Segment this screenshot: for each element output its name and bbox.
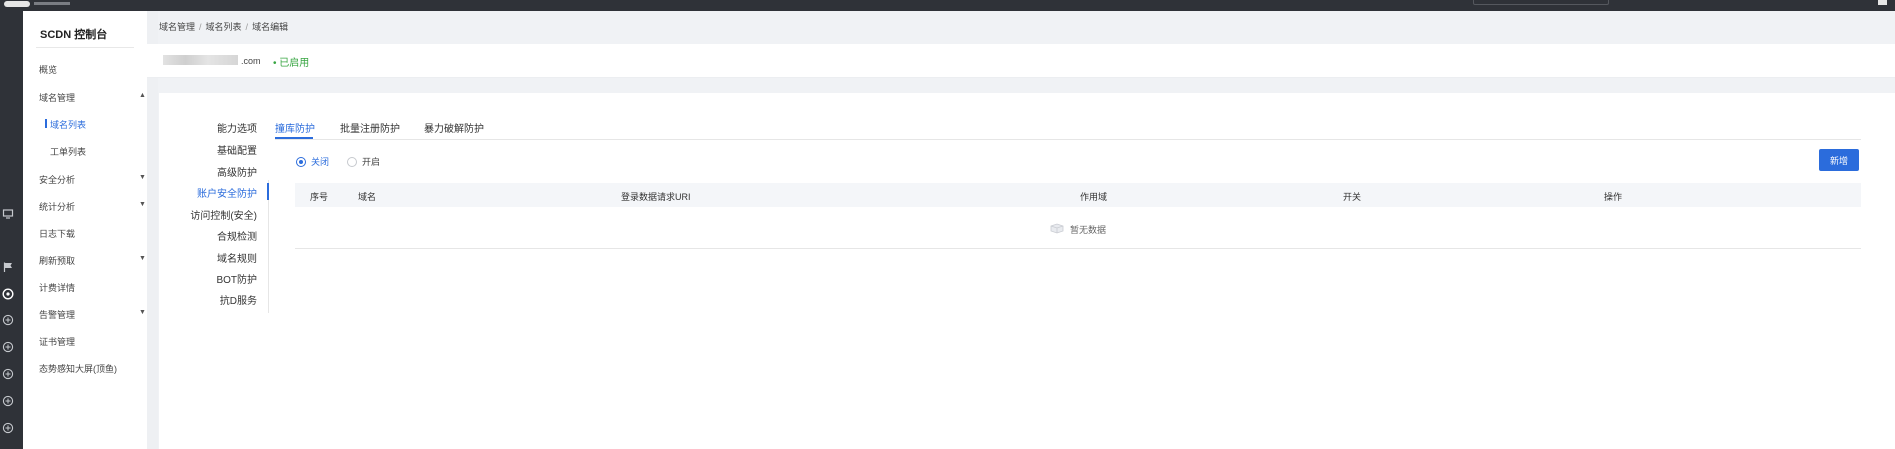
tab-bulk-registration[interactable]: 批量注册防护 bbox=[340, 120, 400, 135]
column-header-domain: 域名 bbox=[358, 192, 377, 202]
side-nav-anti-ddos[interactable]: 抗D服务 bbox=[157, 292, 257, 307]
radio-off-indicator[interactable] bbox=[296, 156, 306, 167]
sidebar-item-domain-management[interactable]: 域名管理 bbox=[39, 91, 75, 104]
breadcrumb-separator: / bbox=[245, 22, 249, 32]
empty-text: 暂无数据 bbox=[1070, 225, 1107, 235]
side-nav-account-security[interactable]: 账户安全防护 bbox=[157, 185, 257, 200]
breadcrumb-separator: / bbox=[199, 22, 202, 32]
chevron-up-icon[interactable]: ▲ bbox=[139, 92, 146, 99]
sidebar-item-domain-list[interactable]: 域名列表 bbox=[44, 118, 86, 131]
chevron-down-icon[interactable]: ▼ bbox=[139, 201, 146, 208]
shield-icon[interactable] bbox=[1, 313, 15, 327]
status-badge: • 已启用 bbox=[273, 58, 310, 69]
shield-icon[interactable] bbox=[1, 367, 15, 381]
domain-name-redacted bbox=[163, 55, 238, 65]
shield-icon[interactable] bbox=[1, 394, 15, 408]
column-header-login-uri: 登录数据请求URI bbox=[621, 192, 691, 202]
side-nav-access-control[interactable]: 访问控制(安全) bbox=[157, 207, 257, 222]
user-menu-icon[interactable] bbox=[1878, 0, 1887, 5]
radio-on[interactable]: 开启 bbox=[347, 155, 380, 168]
column-header-switch: 开关 bbox=[1343, 192, 1362, 202]
breadcrumb-item-domain-management[interactable]: 域名管理 bbox=[159, 22, 195, 32]
add-button[interactable]: 新增 bbox=[1819, 149, 1859, 171]
chevron-down-icon[interactable]: ▼ bbox=[139, 255, 146, 262]
sidebar-item-refresh-prefetch[interactable]: 刷新预取 bbox=[39, 254, 75, 267]
shield-icon[interactable] bbox=[1, 287, 15, 301]
sidebar-item-statistics[interactable]: 统计分析 bbox=[39, 200, 75, 213]
chevron-down-icon[interactable]: ▼ bbox=[139, 174, 146, 181]
side-nav-bot-protection[interactable]: BOT防护 bbox=[157, 271, 257, 286]
sidebar-item-alerts[interactable]: 告警管理 bbox=[39, 308, 75, 321]
logo bbox=[4, 1, 30, 7]
radio-off-label: 关闭 bbox=[311, 157, 330, 167]
sidebar-item-security-analysis[interactable]: 安全分析 bbox=[39, 173, 75, 186]
sidebar-item-certificates[interactable]: 证书管理 bbox=[39, 335, 75, 348]
column-header-actions: 操作 bbox=[1604, 192, 1623, 202]
sidebar-item-overview[interactable]: 概览 bbox=[39, 63, 57, 76]
sidebar-item-log-download[interactable]: 日志下载 bbox=[39, 227, 75, 240]
sidebar: SCDN 控制台 概览 域名管理 ▲ 域名列表 工单列表 安全分析 ▼ 统计分析… bbox=[23, 11, 147, 449]
empty-box-icon bbox=[1049, 222, 1065, 237]
side-nav-domain-rules[interactable]: 域名规则 bbox=[157, 250, 257, 265]
column-header-scope: 作用域 bbox=[1080, 192, 1108, 202]
radio-off[interactable]: 关闭 bbox=[296, 155, 329, 168]
shield-icon[interactable] bbox=[1, 340, 15, 354]
global-search-input[interactable] bbox=[1473, 0, 1609, 5]
side-nav-compliance[interactable]: 合规检测 bbox=[157, 228, 257, 243]
table-empty-state: 暂无数据 bbox=[1049, 222, 1106, 237]
column-header-index: 序号 bbox=[310, 192, 329, 202]
side-nav-advanced-protection[interactable]: 高级防护 bbox=[157, 164, 257, 179]
sidebar-item-situation-dashboard[interactable]: 态势感知大屏(顶鱼) bbox=[39, 362, 117, 375]
domain-header: .com • 已启用 bbox=[147, 44, 1895, 78]
side-nav-capability-options[interactable]: 能力选项 bbox=[157, 120, 257, 135]
breadcrumb: 域名管理 / 域名列表 / 域名编辑 bbox=[159, 20, 288, 33]
radio-on-label: 开启 bbox=[362, 157, 381, 167]
sidebar-item-billing[interactable]: 计费详情 bbox=[39, 281, 75, 294]
breadcrumb-item-domain-list[interactable]: 域名列表 bbox=[206, 22, 242, 32]
tab-brute-force[interactable]: 暴力破解防护 bbox=[424, 120, 484, 135]
breadcrumb-item-domain-edit: 域名编辑 bbox=[252, 22, 289, 32]
sidebar-divider bbox=[36, 47, 134, 48]
logo-subtitle bbox=[34, 2, 70, 5]
shield-icon[interactable] bbox=[1, 421, 15, 435]
sidebar-title: SCDN 控制台 bbox=[40, 29, 108, 41]
side-nav-basic-config[interactable]: 基础配置 bbox=[157, 142, 257, 157]
radio-on-indicator[interactable] bbox=[347, 156, 357, 167]
table-header: 序号 域名 登录数据请求URI 作用域 开关 操作 bbox=[295, 183, 1861, 207]
chevron-down-icon[interactable]: ▼ bbox=[139, 309, 146, 316]
flag-icon[interactable] bbox=[1, 260, 15, 274]
sidebar-item-ticket-list[interactable]: 工单列表 bbox=[50, 145, 86, 158]
domain-suffix: .com bbox=[241, 56, 261, 66]
product-icon-rail bbox=[0, 11, 23, 449]
table-bottom-border bbox=[295, 248, 1861, 249]
tab-credential-stuffing[interactable]: 撞库防护 bbox=[275, 120, 315, 135]
top-bar bbox=[0, 0, 1895, 11]
tabs-divider bbox=[275, 139, 1861, 140]
monitor-icon[interactable] bbox=[1, 207, 15, 221]
side-nav-active-indicator bbox=[267, 183, 269, 200]
config-card bbox=[159, 93, 1895, 449]
